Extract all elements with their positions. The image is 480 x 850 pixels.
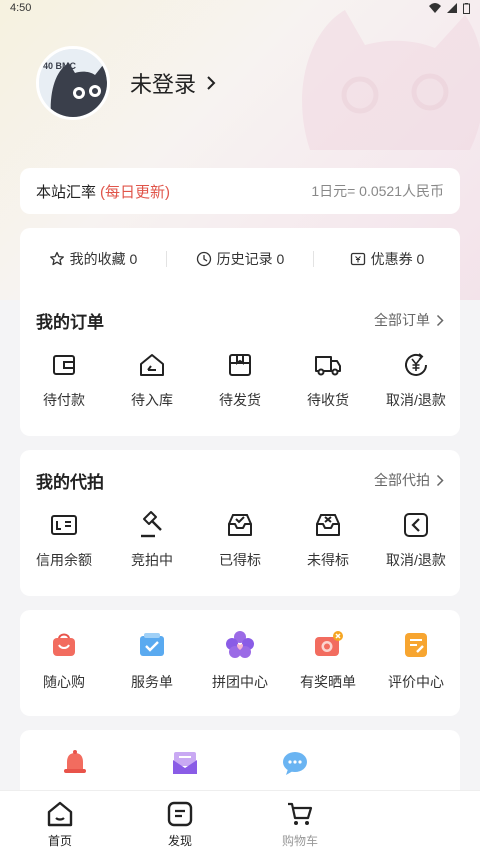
profile-header[interactable]: 40 BMC 未登录	[36, 46, 216, 120]
all-proxy-label: 全部代拍	[374, 472, 430, 488]
order-label: 待发货	[219, 392, 261, 408]
all-proxy-link[interactable]: 全部代拍	[374, 470, 444, 490]
coupon-icon	[350, 252, 365, 266]
signal-icon	[447, 3, 457, 13]
proxy-label: 未得标	[307, 552, 349, 568]
bell-icon	[64, 750, 86, 773]
order-refund[interactable]: 取消/退款	[372, 350, 460, 410]
warehouse-icon	[140, 354, 164, 376]
proxy-refund[interactable]: 取消/退款	[372, 510, 460, 570]
mail-icon	[173, 752, 197, 774]
order-pending-payment[interactable]: 待付款	[20, 350, 108, 410]
service-label: 服务单	[131, 674, 173, 690]
battery-icon	[463, 2, 470, 14]
inbox-check-icon	[228, 514, 252, 536]
service-orders[interactable]: 服务单	[108, 630, 196, 692]
order-pending-shipment[interactable]: 待发货	[196, 350, 284, 410]
service-photo-review[interactable]: 有奖晒单	[284, 630, 372, 692]
group-heart-icon	[226, 631, 254, 658]
service-label: 随心购	[43, 674, 85, 690]
cat-avatar-icon: 40 BMC	[39, 49, 107, 117]
proxy-label: 信用余额	[36, 552, 92, 568]
favorites-label: 我的收藏 0	[69, 251, 138, 267]
bottom-tab-bar: 首页 发现 购物车	[0, 790, 480, 850]
order-label: 取消/退款	[386, 392, 446, 408]
tab-discover[interactable]: 发现	[120, 791, 240, 850]
service-reviews[interactable]: 评价中心	[372, 630, 460, 692]
my-orders-card: 我的订单 全部订单 待付款 待入库 待发货 待收货 取消/退款	[20, 290, 460, 436]
cat-watermark-icon	[302, 10, 480, 150]
wifi-icon	[429, 3, 441, 13]
cart-icon	[288, 802, 313, 825]
tab-label: 首页	[47, 834, 72, 848]
package-icon	[229, 354, 251, 376]
order-label: 待入库	[131, 392, 173, 408]
tab-home[interactable]: 首页	[0, 791, 120, 850]
service-label: 拼团中心	[212, 674, 268, 690]
status-bar: 4:50	[0, 0, 480, 16]
home-icon	[47, 801, 73, 827]
service-group-buy[interactable]: 拼团中心	[196, 630, 284, 692]
order-pending-receipt[interactable]: 待收货	[284, 350, 372, 410]
proxy-label: 已得标	[219, 552, 261, 568]
favorites-link[interactable]: 我的收藏 0	[20, 249, 166, 269]
history-link[interactable]: 历史记录 0	[167, 249, 313, 269]
login-label[interactable]: 未登录	[130, 67, 196, 99]
quick-links-bar: 我的收藏 0 历史记录 0 优惠券 0	[20, 228, 460, 290]
tab-cart[interactable]: 购物车	[240, 791, 360, 850]
service-free-shopping[interactable]: 随心购	[20, 630, 108, 692]
order-pending-storage[interactable]: 待入库	[108, 350, 196, 410]
tab-label: 购物车	[281, 834, 318, 848]
messages-entry[interactable]	[130, 748, 240, 778]
tab-label: 发现	[167, 834, 192, 848]
rate-value: 1日元= 0.0521人民币	[311, 183, 444, 199]
chat-bubble-icon	[283, 752, 307, 775]
all-orders-label: 全部订单	[374, 312, 430, 328]
chevron-right-icon	[207, 76, 216, 90]
chevron-right-icon	[436, 474, 444, 486]
notifications-entry[interactable]	[20, 748, 130, 778]
truck-icon	[315, 356, 341, 376]
gavel-icon	[141, 511, 162, 538]
proxy-credit-balance[interactable]: 信用余额	[20, 510, 108, 570]
proxy-lost[interactable]: 未得标	[284, 510, 372, 570]
proxy-label: 取消/退款	[386, 552, 446, 568]
discover-icon	[167, 801, 193, 827]
order-label: 待付款	[43, 392, 85, 408]
chevron-right-icon	[436, 314, 444, 326]
refund-icon	[405, 353, 427, 376]
inbox-x-icon	[316, 514, 340, 536]
all-orders-link[interactable]: 全部订单	[374, 310, 444, 330]
service-check-icon	[140, 633, 164, 656]
proxy-won[interactable]: 已得标	[196, 510, 284, 570]
proxy-label: 竞拍中	[131, 552, 173, 568]
services-card: 随心购 服务单 拼团中心 有奖晒单 评价中心	[20, 610, 460, 716]
clock-icon	[196, 251, 211, 267]
my-proxy-bids-card: 我的代拍 全部代拍 信用余额 竞拍中 已得标 未得标 取消/退款	[20, 450, 460, 596]
coupons-label: 优惠券 0	[370, 251, 425, 267]
proxy-bidding[interactable]: 竞拍中	[108, 510, 196, 570]
coupons-link[interactable]: 优惠券 0	[314, 249, 460, 269]
status-time: 4:50	[10, 2, 32, 14]
return-icon	[404, 513, 428, 537]
rate-title: 本站汇率	[36, 183, 97, 201]
order-label: 待收货	[307, 392, 349, 408]
camera-prize-icon	[315, 631, 343, 656]
review-note-icon	[405, 633, 427, 657]
shopping-bag-icon	[53, 633, 75, 656]
history-label: 历史记录 0	[216, 251, 285, 267]
section-title: 我的订单	[36, 312, 104, 332]
star-icon	[49, 251, 64, 266]
wallet-icon	[53, 355, 75, 375]
avatar-badge-text: 40 BMC	[43, 61, 77, 71]
service-label: 评价中心	[388, 674, 444, 690]
avatar[interactable]: 40 BMC	[36, 46, 110, 120]
chat-entry[interactable]	[240, 748, 350, 778]
service-label: 有奖晒单	[300, 674, 356, 690]
exchange-rate-card: 本站汇率 (每日更新) 1日元= 0.0521人民币	[20, 168, 460, 214]
id-card-icon	[51, 515, 77, 535]
section-title: 我的代拍	[36, 472, 104, 492]
rate-update-note: (每日更新)	[100, 183, 171, 201]
